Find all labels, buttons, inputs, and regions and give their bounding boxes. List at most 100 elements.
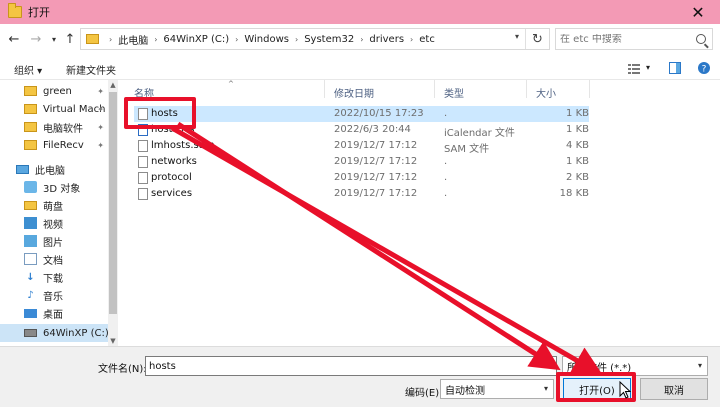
column-header-date[interactable]: 修改日期 xyxy=(334,85,374,100)
sidebar-item-videos[interactable]: 视频 xyxy=(0,214,108,232)
pin-icon: ✦ xyxy=(97,122,104,132)
organize-button[interactable]: 组织 ▾ xyxy=(14,62,42,77)
sidebar-item-mengpan[interactable]: 萌盘 xyxy=(0,196,108,214)
breadcrumb-etc[interactable]: etc xyxy=(419,34,435,45)
sidebar-item-label: green xyxy=(43,85,72,97)
address-bar[interactable]: › 此电脑 › 64WinXP (C:) › Windows › System3… xyxy=(80,28,550,50)
file-size: 1 KB xyxy=(566,156,589,167)
breadcrumb-system32[interactable]: System32 xyxy=(304,34,354,45)
chevron-down-icon[interactable]: ▾ xyxy=(646,63,650,72)
breadcrumb-drivers[interactable]: drivers xyxy=(369,34,404,45)
chevron-down-icon[interactable]: ▾ xyxy=(546,360,550,369)
chevron-right-icon[interactable]: › xyxy=(235,35,238,44)
sidebar-item-label: 萌盘 xyxy=(43,201,63,213)
sidebar-item-documents[interactable]: 文档 xyxy=(0,250,108,268)
file-date: 2019/12/7 17:12 xyxy=(334,140,418,151)
sidebar-item-drive-c[interactable]: 64WinXP (C:) xyxy=(0,324,108,342)
search-box[interactable] xyxy=(555,28,713,50)
column-header-name[interactable]: 名称 xyxy=(134,85,154,100)
sidebar-item-filerecv[interactable]: FileRecv ✦ xyxy=(0,136,108,154)
cancel-button[interactable]: 取消 xyxy=(640,378,708,400)
title-bar: 打开 ✕ xyxy=(0,0,720,24)
up-button[interactable]: ↑ xyxy=(62,30,78,48)
table-row[interactable]: hosts 2022/10/15 17:23 . 1 KB xyxy=(134,106,589,122)
preview-pane-icon[interactable] xyxy=(668,61,682,75)
sidebar-item-label: 文档 xyxy=(43,255,63,267)
file-type: iCalendar 文件 xyxy=(444,128,515,139)
column-divider[interactable] xyxy=(434,80,435,98)
column-header-type[interactable]: 类型 xyxy=(444,85,464,100)
breadcrumb-this-pc[interactable]: 此电脑 xyxy=(118,32,148,47)
file-name: protocol xyxy=(151,172,192,183)
breadcrumb-drive[interactable]: 64WinXP (C:) xyxy=(163,34,229,45)
back-button[interactable]: ← xyxy=(6,30,22,48)
encoding-select[interactable]: 自动检测 ▾ xyxy=(440,379,554,399)
encoding-value: 自动检测 xyxy=(445,385,485,397)
navigation-pane-scrollbar[interactable]: ▲ ▼ xyxy=(108,80,118,346)
download-icon: ↓ xyxy=(26,271,35,283)
file-date: 2019/12/7 17:12 xyxy=(334,188,418,199)
table-row[interactable]: hosts.ics 2022/6/3 20:44 iCalendar 文件 1 … xyxy=(134,122,589,139)
file-size: 4 KB xyxy=(566,140,589,151)
folder-icon xyxy=(86,34,99,44)
table-row[interactable]: lmhosts.sam 2019/12/7 17:12 SAM 文件 4 KB xyxy=(134,138,589,155)
file-name: services xyxy=(151,188,193,199)
column-divider[interactable] xyxy=(324,80,325,98)
file-icon xyxy=(138,156,148,168)
close-button[interactable]: ✕ xyxy=(676,0,720,24)
column-divider[interactable] xyxy=(589,80,590,98)
chevron-right-icon[interactable]: › xyxy=(410,35,413,44)
scrollbar-thumb[interactable] xyxy=(109,92,117,314)
file-icon xyxy=(138,140,148,152)
view-options-icon[interactable] xyxy=(627,61,641,75)
column-header-size[interactable]: 大小 xyxy=(536,85,556,100)
navigation-pane[interactable]: green ✦ Virtual Mach ✦ 电脑软件 ✦ FileRecv ✦… xyxy=(0,80,118,346)
file-icon xyxy=(138,108,148,120)
sidebar-item-music[interactable]: ♪ 音乐 xyxy=(0,286,108,304)
file-size: 1 KB xyxy=(566,108,589,119)
chevron-right-icon[interactable]: › xyxy=(154,35,157,44)
folder-icon xyxy=(24,140,37,150)
file-date: 2019/12/7 17:12 xyxy=(334,172,418,183)
chevron-down-icon[interactable]: ▾ xyxy=(515,32,519,41)
pin-icon: ✦ xyxy=(97,140,104,150)
chevron-right-icon: › xyxy=(109,34,113,44)
table-row[interactable]: protocol 2019/12/7 17:12 . 2 KB xyxy=(134,170,589,186)
file-name: hosts.ics xyxy=(151,124,195,135)
filetype-select[interactable]: 所有文件 (*.*) ▾ xyxy=(562,356,708,376)
file-date: 2019/12/7 17:12 xyxy=(334,156,418,167)
encoding-label: 编码(E): xyxy=(405,388,443,399)
refresh-button[interactable]: ↻ xyxy=(525,29,549,49)
sidebar-item-label: 电脑软件 xyxy=(43,123,83,135)
filename-input[interactable] xyxy=(145,356,557,376)
table-row[interactable]: networks 2019/12/7 17:12 . 1 KB xyxy=(134,154,589,170)
sidebar-item-desktop[interactable]: 桌面 xyxy=(0,304,108,322)
recent-locations-button[interactable]: ▾ xyxy=(46,30,62,48)
search-input[interactable] xyxy=(560,33,690,45)
file-list[interactable]: ^ 名称 修改日期 类型 大小 hosts 2022/10/15 17:23 .… xyxy=(118,80,720,346)
breadcrumb-windows[interactable]: Windows xyxy=(244,34,289,45)
scroll-down-arrow[interactable]: ▼ xyxy=(108,336,118,346)
pin-icon: ✦ xyxy=(97,86,104,96)
column-divider[interactable] xyxy=(526,80,527,98)
help-icon[interactable]: ? xyxy=(697,61,711,75)
file-name: hosts xyxy=(151,108,178,119)
sidebar-item-virtual-machines[interactable]: Virtual Mach ✦ xyxy=(0,100,108,118)
scroll-up-arrow[interactable]: ▲ xyxy=(108,80,118,90)
file-type: . xyxy=(444,172,448,183)
chevron-right-icon[interactable]: › xyxy=(360,35,363,44)
sidebar-item-downloads[interactable]: ↓ 下载 xyxy=(0,268,108,286)
sidebar-item-software[interactable]: 电脑软件 ✦ xyxy=(0,118,108,136)
sidebar-item-this-pc[interactable]: 此电脑 xyxy=(0,160,108,178)
file-size: 1 KB xyxy=(566,124,589,135)
forward-button[interactable]: → xyxy=(28,30,44,48)
sidebar-item-green[interactable]: green ✦ xyxy=(0,82,108,100)
sidebar-item-3d-objects[interactable]: 3D 对象 xyxy=(0,178,108,196)
new-folder-button[interactable]: 新建文件夹 xyxy=(66,62,116,77)
chevron-right-icon[interactable]: › xyxy=(295,35,298,44)
filetype-value: 所有文件 (*.*) xyxy=(567,362,632,374)
table-row[interactable]: services 2019/12/7 17:12 . 18 KB xyxy=(134,186,589,202)
sidebar-item-pictures[interactable]: 图片 xyxy=(0,232,108,250)
search-icon xyxy=(696,34,706,44)
file-type: . xyxy=(444,108,448,119)
